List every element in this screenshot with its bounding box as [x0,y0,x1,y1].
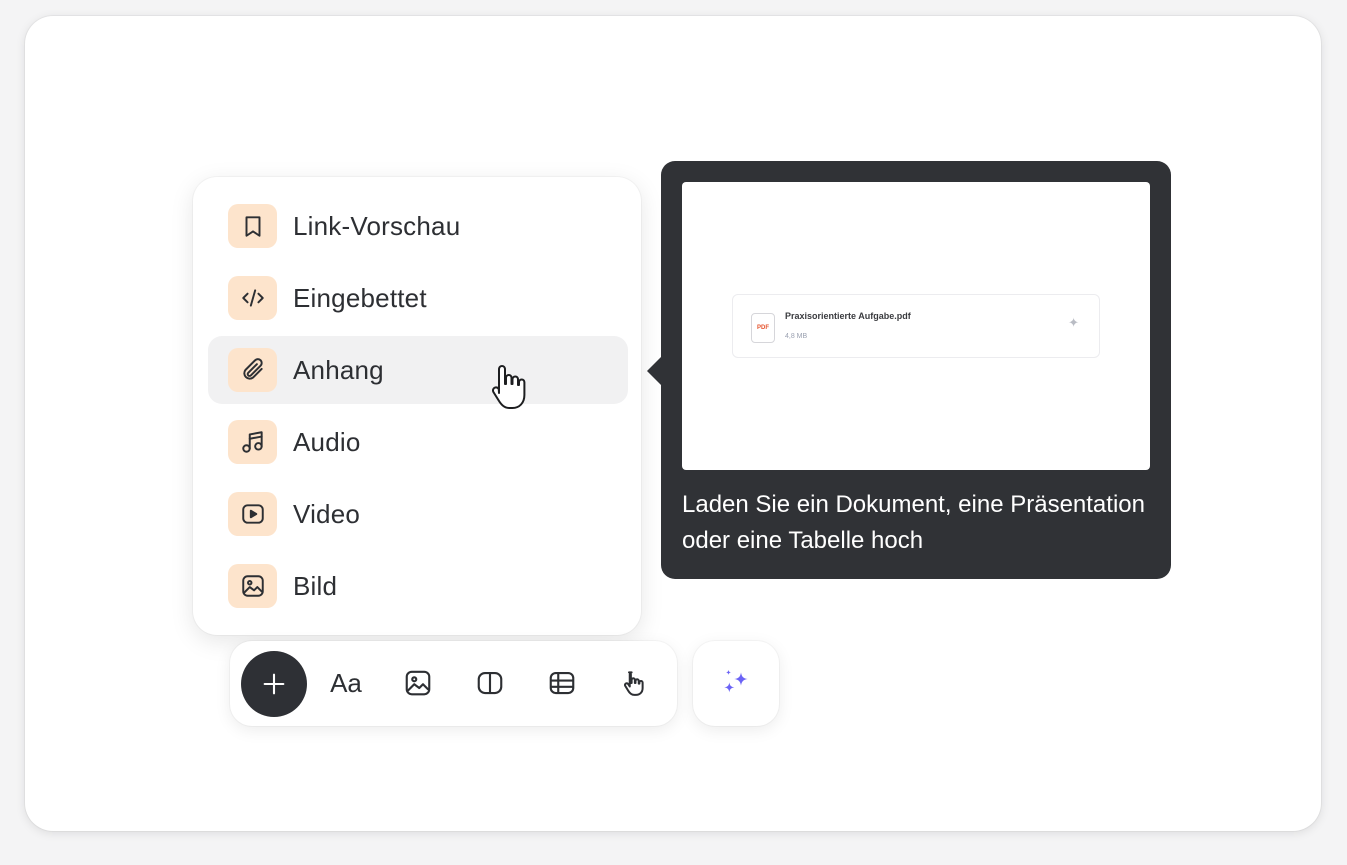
video-play-icon [228,492,277,536]
menu-item-attachment[interactable]: Anhang [208,336,628,404]
tooltip-arrow [647,357,661,385]
file-name: Praxisorientierte Aufgabe.pdf [785,311,911,321]
menu-item-audio[interactable]: Audio [208,408,628,476]
table-icon [549,671,575,695]
menu-item-label: Anhang [293,354,384,385]
pointer-icon [624,671,644,696]
add-button[interactable] [241,651,307,717]
attachment-tooltip: PDF Praxisorientierte Aufgabe.pdf 4,8 MB… [661,161,1171,579]
ai-sparkle-button[interactable] [693,641,779,726]
file-card: PDF Praxisorientierte Aufgabe.pdf 4,8 MB… [732,294,1100,358]
insert-menu: Link-Vorschau Eingebettet Anhang Audio V… [193,177,641,635]
sparkle-icon: ✦ [1068,315,1079,330]
menu-item-embed[interactable]: Eingebettet [208,264,628,332]
pdf-file-icon: PDF [751,313,775,343]
paperclip-icon [228,348,277,392]
menu-item-link-preview[interactable]: Link-Vorschau [208,192,628,260]
menu-item-video[interactable]: Video [208,480,628,548]
insert-toolbar: Aa [230,641,677,726]
menu-item-label: Bild [293,570,338,601]
text-button[interactable]: Aa [326,663,366,703]
menu-item-label: Link-Vorschau [293,210,461,241]
image-icon [228,564,277,608]
image-button[interactable] [398,663,438,703]
interactive-button[interactable] [614,663,654,703]
bookmark-icon [228,204,277,248]
plus-icon [263,673,285,695]
menu-item-label: Audio [293,426,361,457]
code-icon [228,276,277,320]
hand-cursor-icon [492,365,526,409]
tooltip-description: Laden Sie ein Dokument, eine Präsentatio… [682,491,1145,554]
menu-item-image[interactable]: Bild [208,552,628,620]
columns-button[interactable] [470,663,510,703]
columns-icon [477,671,503,695]
table-button[interactable] [542,663,582,703]
menu-item-label: Video [293,498,361,529]
file-size: 4,8 MB [785,333,808,340]
menu-item-label: Eingebettet [293,282,427,313]
attachment-preview: PDF Praxisorientierte Aufgabe.pdf 4,8 MB… [682,182,1150,470]
image-icon [405,670,431,696]
music-icon [228,420,277,464]
sparkle-icon [724,669,748,692]
